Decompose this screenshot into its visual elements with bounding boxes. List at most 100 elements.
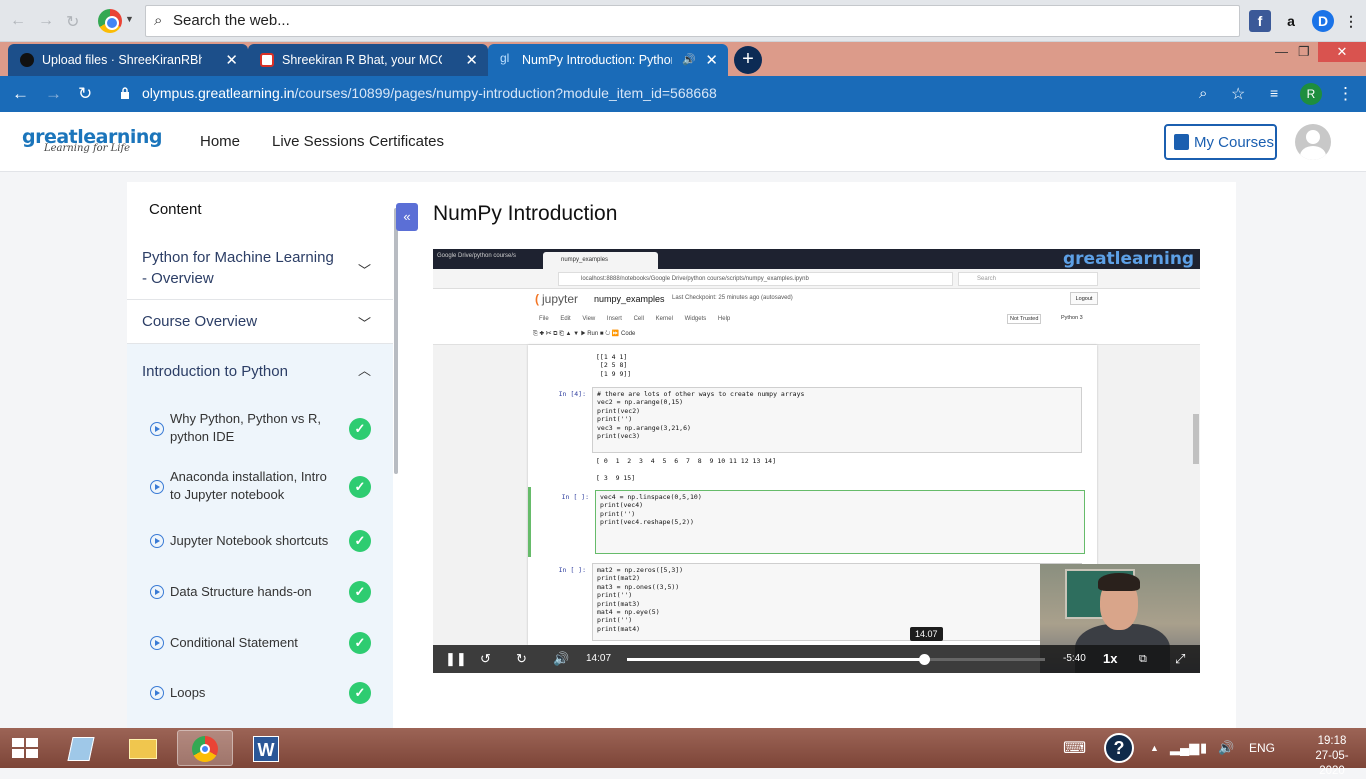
media-queue-icon[interactable]: ≡ [1270,85,1278,101]
close-icon[interactable]: ✕ [465,51,478,69]
section-header-introduction[interactable]: Introduction to Python ︿ [127,344,393,394]
playback-rate-button[interactable]: 1x [1103,651,1117,666]
tab-upload-files[interactable]: Upload files · ShreeKiranRBhatt/L ✕ [8,44,248,76]
lesson-item[interactable]: Anaconda installation, Intro to Jupyter … [127,468,393,512]
web-search-input[interactable]: ⌕ Search the web... [145,5,1240,37]
sidebar-header: Content [149,201,202,218]
video-inner-url: localhost:8888/notebooks/Google Drive/py… [558,272,953,286]
speaker-icon[interactable]: 🔊 [682,53,696,66]
browser-top-bar: ← → ↻ ▼ ⌕ Search the web... f a D ⋮ [0,0,1366,42]
lesson-item[interactable]: Conditional Statement ✓ [127,632,393,657]
nav-certificates[interactable]: Certificates [369,133,444,150]
sidebar-scrollbar[interactable] [394,208,398,474]
logo-tagline: Learning for Life [44,143,131,154]
user-avatar[interactable] [1295,124,1331,160]
current-time: 14:07 [586,653,612,664]
bookmark-star-icon[interactable]: ☆ [1231,84,1245,104]
keyboard-icon[interactable]: ⌨ [1063,738,1086,758]
checkmark-icon: ✓ [349,632,371,654]
amazon-icon[interactable]: a [1280,10,1302,32]
menu-dots-icon[interactable]: ⋮ [1340,10,1362,32]
menu-dots-icon[interactable]: ⋮ [1337,84,1354,104]
windows-start-icon[interactable] [12,738,38,758]
trust-status: Not Trusted [1007,314,1042,324]
jupyter-header: jupyter numpy_examples Last Checkpoint: … [433,289,1200,345]
notebook-cell: In [ ]: mat2 = np.zeros([5,3]) print(mat… [528,563,1097,643]
forward-arrow-icon[interactable]: → [38,12,54,30]
close-icon[interactable]: ✕ [705,51,718,69]
window-close-button[interactable]: ✕ [1318,42,1366,62]
checkmark-icon: ✓ [349,682,371,704]
reload-icon[interactable]: ↻ [78,84,92,104]
video-player[interactable]: Google Drive/python course/s numpy_examp… [433,249,1200,673]
lesson-item[interactable]: Loops ✓ [127,682,393,707]
video-progress-bar[interactable] [627,654,1045,665]
help-icon[interactable]: ? [1104,733,1134,763]
language-indicator[interactable]: ENG [1249,741,1275,755]
clock[interactable]: 19:18 27-05-2020 [1304,734,1360,779]
tab-numpy-introduction[interactable]: gl NumPy Introduction: Python 🔊 ✕ [488,44,728,76]
cell-code: # there are lots of other ways to create… [592,387,1082,453]
tab-title: NumPy Introduction: Python [522,53,672,67]
section-python-ml-overview[interactable]: Python for Machine Learning - Overview ﹀ [127,239,393,300]
taskbar-chrome-icon[interactable] [177,730,233,766]
close-icon[interactable]: ✕ [225,51,238,69]
facebook-icon[interactable]: f [1249,10,1271,32]
tab-gmail[interactable]: Shreekiran R Bhat, your MCQ res ✕ [248,44,488,76]
back-arrow-icon[interactable]: ← [12,84,29,104]
captions-icon[interactable]: ⧉ [1139,653,1147,666]
gmail-icon [260,53,274,67]
rewind-icon[interactable]: ↺ [480,651,491,667]
minimize-icon[interactable]: — [1275,44,1288,59]
pause-icon[interactable]: ❚❚ [445,651,467,667]
nav-home[interactable]: Home [200,133,240,150]
video-url-bar: localhost:8888/notebooks/Google Drive/py… [433,269,1200,289]
remaining-time: -5:40 [1063,653,1086,664]
chrome-logo-icon[interactable] [98,9,122,33]
zoom-search-icon[interactable]: ⌕ [1199,85,1207,102]
my-courses-button[interactable]: My Courses [1164,124,1277,160]
signal-icon[interactable]: ▂▄▆ [1170,740,1199,756]
new-tab-button[interactable]: + [734,46,762,74]
book-icon [1174,134,1189,150]
section-title: Course Overview [142,313,258,330]
taskbar-word-icon[interactable]: W [239,730,295,766]
taskbar-file-explorer-icon[interactable] [115,730,171,766]
collapse-sidebar-button[interactable]: « [396,203,418,231]
maximize-icon[interactable]: ❐ [1298,44,1310,60]
fullscreen-icon[interactable]: ⤢ [1175,651,1185,667]
tray-expand-icon[interactable]: ▲ [1150,743,1159,753]
profile-avatar[interactable]: R [1300,83,1322,105]
chevron-down-icon[interactable]: ﹀ [358,313,371,332]
volume-icon[interactable]: 🔊 [1218,740,1234,756]
play-circle-icon [150,585,164,599]
nav-live-sessions[interactable]: Live Sessions [272,133,365,150]
progress-handle[interactable] [918,654,930,665]
checkmark-icon: ✓ [349,530,371,552]
jupyter-toolbar: ⎘ ✚ ✂ ⧉ ⎗ ▲ ▼ ▶ Run ■ ↻ ⏩ Code [533,331,636,337]
lesson-title: Anaconda installation, Intro to Jupyter … [170,469,327,502]
lesson-item[interactable]: Data Structure hands-on ✓ [127,581,393,606]
forward-arrow-icon[interactable]: → [45,84,62,104]
lesson-title: Why Python, Python vs R, python IDE [170,411,322,444]
chevron-down-icon[interactable]: ﹀ [358,260,371,279]
url-field[interactable]: olympus.greatlearning.in/courses/10899/p… [142,85,717,101]
back-arrow-icon[interactable]: ← [10,12,26,30]
chevron-down-icon[interactable]: ▼ [125,14,134,24]
lesson-item[interactable]: Why Python, Python vs R, python IDE ✓ [127,410,393,454]
taskbar-notepad-icon[interactable] [52,730,108,766]
chevron-up-icon[interactable]: ︿ [358,360,371,379]
extension-d-icon[interactable]: D [1312,10,1334,32]
battery-icon[interactable]: ▮ [1200,740,1207,756]
jupyter-logout: Logout [1070,292,1098,305]
github-icon [20,53,34,67]
lesson-item[interactable]: Jupyter Notebook shortcuts ✓ [127,530,393,555]
forward-icon[interactable]: ↻ [516,651,527,667]
video-brand-watermark: greatlearning [1063,249,1195,269]
section-course-overview[interactable]: Course Overview ﹀ [127,300,393,344]
notebook-name: numpy_examples [594,294,665,304]
clock-time: 19:18 [1317,735,1347,747]
volume-icon[interactable]: 🔊 [553,651,569,667]
page-title: NumPy Introduction [433,202,618,225]
reload-icon[interactable]: ↻ [66,12,79,32]
